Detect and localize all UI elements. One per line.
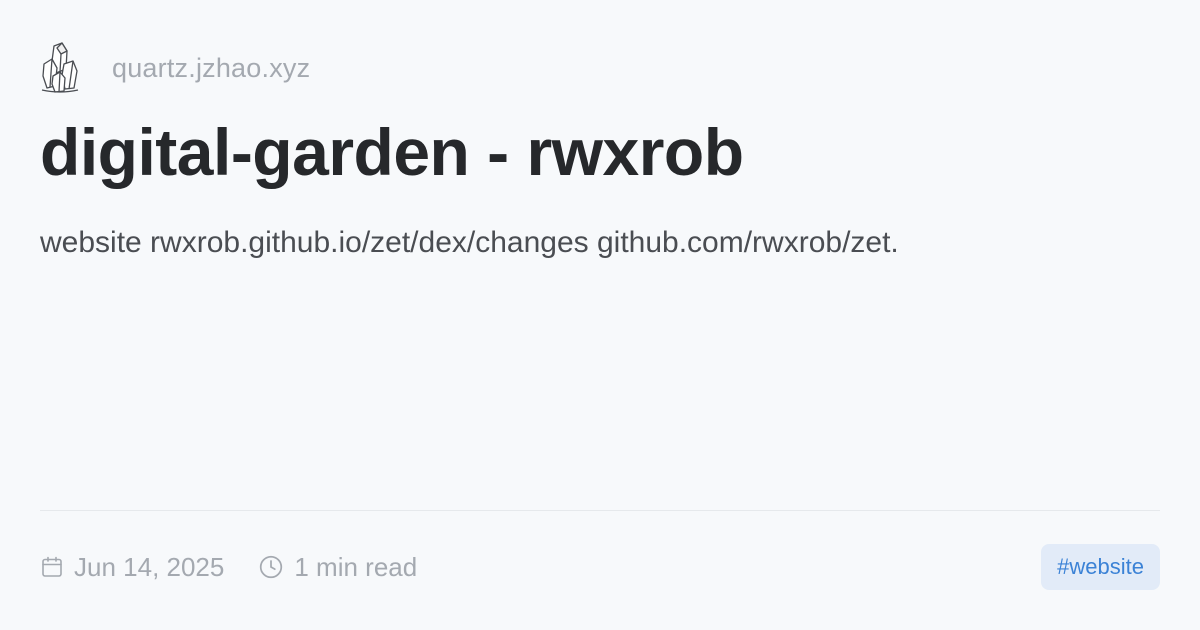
publish-date: Jun 14, 2025 bbox=[74, 551, 225, 582]
divider bbox=[40, 510, 1160, 511]
read-time: 1 min read bbox=[294, 551, 418, 582]
site-header: quartz.jzhao.xyz bbox=[40, 40, 1160, 96]
og-card: quartz.jzhao.xyz digital-garden - rwxrob… bbox=[0, 0, 1200, 630]
read-time-meta: 1 min read bbox=[258, 552, 417, 583]
page-title: digital-garden - rwxrob bbox=[40, 115, 744, 189]
footer-meta: Jun 14, 2025 1 min read #website bbox=[40, 544, 1160, 590]
tag-website[interactable]: #website bbox=[1041, 544, 1160, 590]
page-description: website rwxrob.github.io/zet/dex/changes… bbox=[40, 225, 899, 259]
date-meta: Jun 14, 2025 bbox=[40, 552, 224, 583]
calendar-icon bbox=[40, 555, 64, 579]
site-name[interactable]: quartz.jzhao.xyz bbox=[112, 53, 310, 84]
clock-icon bbox=[258, 554, 284, 580]
crystal-logo-icon bbox=[40, 40, 94, 96]
